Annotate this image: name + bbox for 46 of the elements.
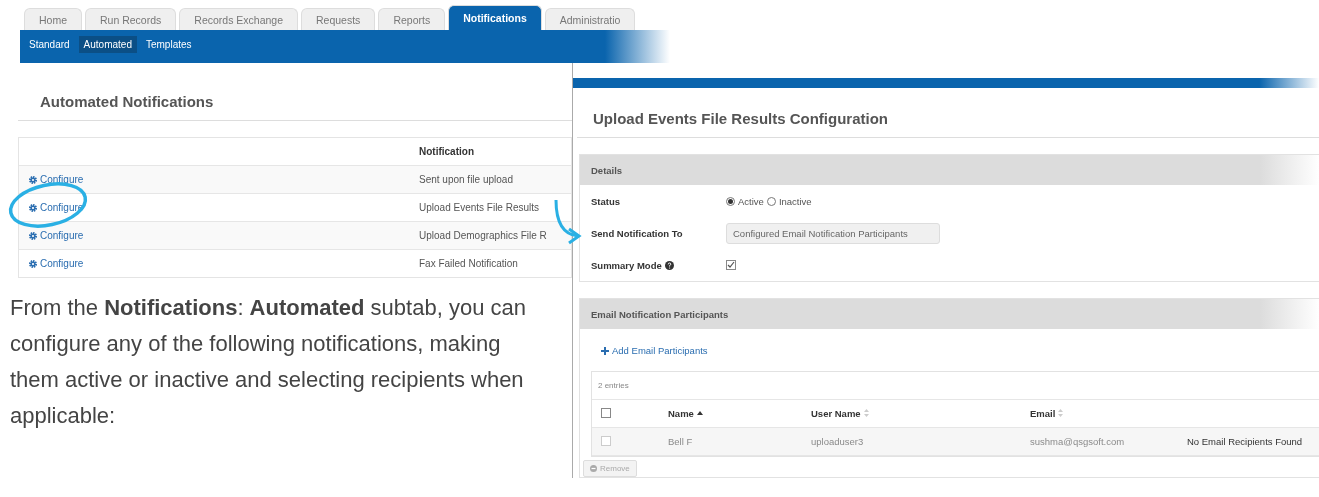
nav-tab[interactable]: Reports bbox=[378, 8, 446, 30]
select-all-checkbox[interactable] bbox=[601, 408, 611, 418]
configure-link[interactable]: Configure bbox=[19, 174, 84, 185]
configure-link[interactable]: Configure bbox=[19, 258, 84, 269]
table-cell-text: Upload Demographics File R bbox=[419, 230, 548, 241]
radio-label: Inactive bbox=[778, 195, 812, 207]
table-cell-text: No Email Recipients Found bbox=[1187, 435, 1304, 447]
gear-icon bbox=[29, 259, 37, 268]
field-label: Summary Mode bbox=[591, 259, 674, 271]
recipients-field[interactable]: Configured Email Notification Participants bbox=[726, 222, 940, 244]
page-title: Upload Events File Results Configuration bbox=[577, 88, 1319, 138]
subtab[interactable]: Templates bbox=[140, 36, 197, 53]
gear-icon bbox=[29, 203, 37, 212]
entries-count: 2 entries bbox=[592, 371, 1319, 400]
radio-label: Active bbox=[738, 195, 764, 207]
help-icon bbox=[664, 260, 674, 270]
nav-tab[interactable]: Notifications bbox=[448, 5, 542, 30]
column-header[interactable]: Name bbox=[668, 407, 703, 419]
table-cell-text: Fax Failed Notification bbox=[419, 258, 519, 269]
page-title: Automated Notifications bbox=[18, 93, 572, 121]
description-paragraph: From the Notifications: Automated subtab, you can configure any of the following notifications, making them active or inactive and selecting recipients when applicable: bbox=[9, 294, 527, 430]
checkbox[interactable] bbox=[726, 260, 736, 270]
table-cell-text: uploaduser3 bbox=[811, 435, 865, 447]
gear-icon bbox=[29, 175, 37, 184]
nav-tab[interactable]: Home bbox=[24, 8, 82, 30]
field-label: Send Notification To bbox=[591, 227, 683, 239]
nav-tab[interactable]: Requests bbox=[301, 8, 376, 30]
remove-icon bbox=[590, 464, 597, 472]
table-cell-text: Bell F bbox=[668, 435, 694, 447]
nav-tab[interactable]: Administratio bbox=[544, 8, 636, 30]
gear-icon bbox=[29, 231, 37, 240]
field-label: Status bbox=[591, 195, 621, 207]
table-cell-text: Upload Events File Results bbox=[419, 202, 541, 213]
table-cell-text: Sent upon file upload bbox=[419, 174, 514, 185]
column-header[interactable]: User Name bbox=[811, 407, 869, 419]
arrow-annotation bbox=[554, 199, 582, 245]
plus-icon bbox=[601, 346, 609, 355]
configure-link[interactable]: Configure bbox=[19, 230, 84, 241]
subtab[interactable]: Automated bbox=[78, 36, 137, 53]
nav-tab[interactable]: Records Exchange bbox=[179, 8, 298, 30]
column-header[interactable]: Email bbox=[1030, 407, 1064, 419]
column-header: Notification bbox=[419, 146, 475, 157]
table-cell-text: sushma@qsgsoft.com bbox=[1030, 435, 1126, 447]
nav-tab[interactable]: Run Records bbox=[85, 8, 177, 30]
add-participants-link[interactable]: Add Email Participants bbox=[601, 345, 708, 356]
subtab[interactable]: Standard bbox=[24, 36, 75, 53]
